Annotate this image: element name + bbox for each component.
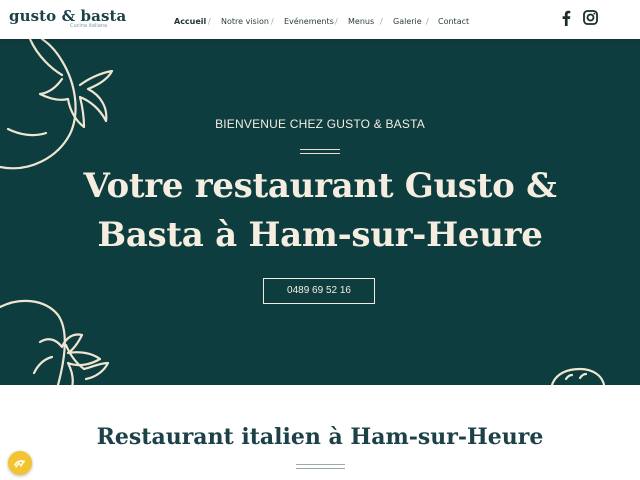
nav-separator: / [271, 17, 274, 26]
nav-notre-vision[interactable]: Notre vision [221, 17, 269, 26]
nav-separator: / [380, 17, 383, 26]
nav-galerie[interactable]: Galerie [393, 17, 422, 26]
nav-accueil[interactable]: Accueil [174, 17, 206, 26]
nav-separator: / [335, 17, 338, 26]
cookie-icon[interactable] [8, 451, 32, 475]
nav-menus[interactable]: Menus [348, 17, 374, 26]
site-header: gusto & basta Cucina italiana Accueil / … [0, 0, 640, 39]
hero-title: Votre restaurant Gusto & Basta à Ham-sur… [80, 162, 560, 260]
hero-title-line-1: Votre restaurant Gusto & [83, 166, 557, 206]
tomato-illustration-icon [0, 39, 114, 170]
hero-welcome-text: BIENVENUE CHEZ GUSTO & BASTA [215, 117, 425, 131]
site-logo[interactable]: gusto & basta Cucina italiana [9, 7, 127, 29]
section-divider [296, 464, 345, 469]
phone-button[interactable]: 0489 69 52 16 [263, 278, 375, 304]
hero-banner: BIENVENUE CHEZ GUSTO & BASTA Votre resta… [0, 39, 640, 385]
bread-illustration-icon [550, 367, 606, 385]
nav-separator: / [208, 17, 211, 26]
hero-title-line-2: Basta à Ham-sur-Heure [97, 215, 543, 255]
nav-separator: / [426, 17, 429, 26]
logo-text: gusto & basta [9, 7, 127, 25]
section-title: Restaurant italien à Ham-sur-Heure [96, 424, 544, 450]
nav-contact[interactable]: Contact [438, 17, 469, 26]
logo-tagline: Cucina italiana [70, 23, 108, 29]
instagram-icon[interactable] [583, 10, 598, 29]
nav-evenements[interactable]: Evénements [284, 17, 334, 26]
hero-divider [300, 149, 340, 154]
herb-illustration-icon [0, 299, 110, 385]
facebook-icon[interactable] [560, 10, 572, 30]
